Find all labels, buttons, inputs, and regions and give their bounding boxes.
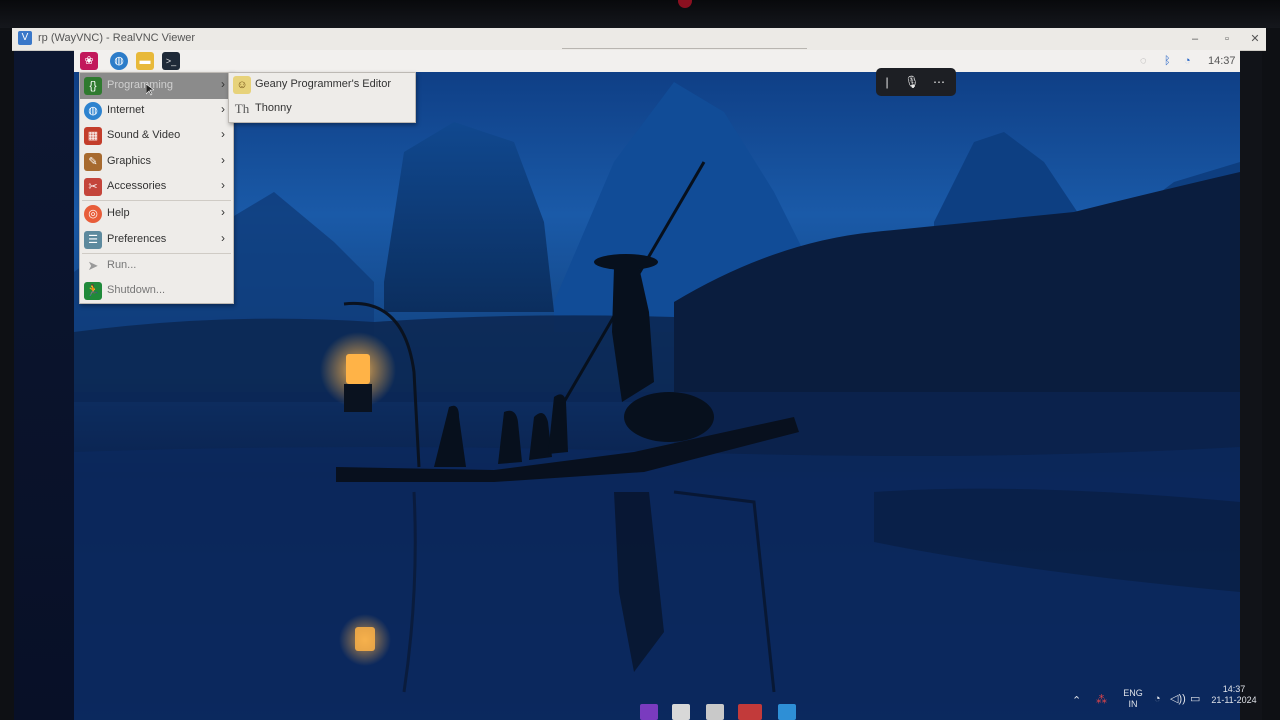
chevron-right-icon: › [221,205,225,219]
shutdown-running-man-icon: 🏃 [84,282,102,300]
mouse-pointer-icon [146,84,154,96]
menu-item-shutdown[interactable]: 🏃 Shutdown... [80,278,233,304]
region-code: IN [1128,699,1138,709]
photo-of-monitor: V rp (WayVNC) - RealVNC Viewer – ▫ ✕ ❀ ◍… [0,0,1280,720]
monitor-bezel-right [1262,28,1280,720]
taskbar-app-icon[interactable] [706,704,724,720]
monitor-bezel-top [0,0,1280,28]
battery-icon[interactable]: ▭ [1190,694,1200,705]
monitor-bezel-left [0,28,14,720]
bluetooth-icon[interactable]: ᛒ [1164,53,1171,69]
programming-icon: {} [84,77,102,95]
thonny-icon: Th [234,101,250,116]
chevron-right-icon: › [221,153,225,167]
menu-item-label: Programming [107,79,174,91]
browser-icon[interactable]: ◍ [110,52,128,70]
vnc-viewer-titlebar[interactable]: V rp (WayVNC) - RealVNC Viewer – ▫ ✕ [12,28,1266,51]
menu-item-label: Internet [107,104,145,116]
menu-item-label: Help [107,207,130,219]
wifi-icon[interactable]: ◔ [1154,694,1161,705]
host-taskbar-apps [640,704,800,720]
language-indicator[interactable]: ENG IN [1120,688,1146,710]
menu-item-label: Accessories [107,180,167,192]
menu-item-sound-video[interactable]: ▦ Sound & Video › [80,123,233,149]
menu-item-run[interactable]: ➤ Run... [80,253,233,279]
internet-globe-icon: ◍ [84,102,102,120]
taskbar-app-icon[interactable] [640,704,658,720]
preferences-icon: ☰ [84,231,102,249]
submenu-item-label: Geany Programmer's Editor [255,78,391,90]
raspberry-menu-icon[interactable]: ❀ [80,52,98,70]
submenu-item-label: Thonny [255,102,292,114]
text-cursor-icon[interactable]: | [878,73,896,91]
realvnc-taskbar-icon[interactable] [778,704,796,720]
vnc-connection-bar [562,48,807,49]
wifi-icon[interactable]: ◔ [1184,53,1191,69]
menu-item-label: Sound & Video [107,129,181,141]
host-time: 14:37 [1222,684,1246,694]
host-clock[interactable]: 14:37 21-11-2024 [1210,684,1258,706]
programming-submenu: ☺ Geany Programmer's Editor Th Thonny [228,72,416,123]
microphone-icon[interactable]: 🎙 [903,73,921,91]
file-manager-icon[interactable]: ▬ [136,52,154,70]
menu-item-help[interactable]: ◎ Help › [80,201,233,227]
sound-video-icon: ▦ [84,127,102,145]
menu-item-label: Preferences [107,233,167,245]
viewer-left-margin [14,50,74,720]
menu-item-programming[interactable]: {} Programming › [80,73,233,99]
host-date: 21-11-2024 [1211,695,1257,705]
menu-item-label: Graphics [107,155,152,167]
chevron-right-icon: › [221,231,225,245]
menu-item-preferences[interactable]: ☰ Preferences › [80,227,233,253]
chevron-right-icon: › [221,77,225,91]
run-paper-plane-icon: ➤ [87,258,99,273]
application-menu: {} Programming › ◍ Internet › ▦ Sound & … [79,72,234,304]
language-code: ENG [1123,688,1143,698]
geany-icon: ☺ [233,76,251,94]
tray-updates-icon[interactable]: ◌ [1140,53,1147,69]
menu-item-label: Shutdown... [107,284,166,296]
close-button[interactable]: ✕ [1244,30,1266,48]
panel-clock[interactable]: 14:37 [1208,53,1236,69]
chevron-up-icon[interactable]: ⌃ [1072,696,1081,707]
vnc-window-title: rp (WayVNC) - RealVNC Viewer [38,32,196,44]
chevron-right-icon: › [221,102,225,116]
chevron-right-icon: › [221,127,225,141]
submenu-item-thonny[interactable]: Th Thonny [229,97,415,121]
desktop-wallpaper[interactable] [74,72,1240,720]
more-options-icon[interactable]: ⋯ [930,73,948,91]
tray-app-icon[interactable]: ⁂ [1096,695,1107,706]
terminal-icon[interactable]: >_ [162,52,180,70]
graphics-brush-icon: ✎ [84,153,102,171]
taskbar-app-icon[interactable] [738,704,762,720]
menu-item-internet[interactable]: ◍ Internet › [80,98,233,124]
volume-icon[interactable]: ◁)) [1170,694,1186,705]
menu-item-label: Run... [107,259,137,271]
accessories-icon: ✂ [84,178,102,196]
minimize-button[interactable]: – [1184,30,1206,48]
chevron-right-icon: › [221,178,225,192]
realvnc-app-icon: V [18,31,32,45]
menu-item-accessories[interactable]: ✂ Accessories › [80,174,233,200]
submenu-item-geany[interactable]: ☺ Geany Programmer's Editor [229,73,415,97]
host-system-tray: ⌃ ⁂ ENG IN ◔ ◁)) ▭ 14:37 21-11-2024 [1060,680,1262,720]
maximize-button[interactable]: ▫ [1216,30,1238,48]
help-lifebuoy-icon: ◎ [84,205,102,223]
menu-item-graphics[interactable]: ✎ Graphics › [80,149,233,175]
raspberry-pi-taskbar: ❀ ◍ ▬ >_ ◌ ᛒ ◔ 14:37 [74,50,1240,72]
taskbar-app-icon[interactable] [672,704,690,720]
vnc-floating-toolbar: | 🎙 ⋯ [876,68,956,96]
wallpaper-art [74,82,1240,720]
